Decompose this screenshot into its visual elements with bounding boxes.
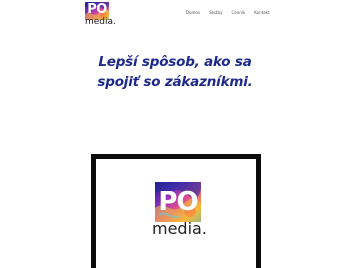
- logo-word-text: media.: [85, 17, 116, 27]
- showcase-logo-mark-text: PO: [158, 187, 198, 217]
- nav-item-domov[interactable]: Domov: [186, 10, 200, 15]
- hero-line-1: Lepší spôsob, ako sa: [98, 54, 252, 70]
- showcase-logo: PO media.: [152, 182, 208, 248]
- site-logo[interactable]: PO media.: [85, 2, 123, 27]
- nav-item-sluzby[interactable]: Služby: [209, 10, 222, 15]
- showcase-logo-word-text: media.: [152, 219, 207, 238]
- nav-item-cennik[interactable]: Cenník: [231, 10, 245, 15]
- main-nav: Domov Služby Cenník Kontakt: [186, 10, 279, 15]
- hero-line-2: spojiť so zákazníkmi.: [97, 74, 253, 90]
- site-header: PO media. Domov Služby Cenník Kontakt: [0, 0, 350, 30]
- hero-heading: Lepší spôsob, ako sa spojiť so zákazníkm…: [0, 52, 350, 92]
- nav-item-kontakt[interactable]: Kontakt: [254, 10, 269, 15]
- showcase-frame: PO media.: [91, 154, 261, 268]
